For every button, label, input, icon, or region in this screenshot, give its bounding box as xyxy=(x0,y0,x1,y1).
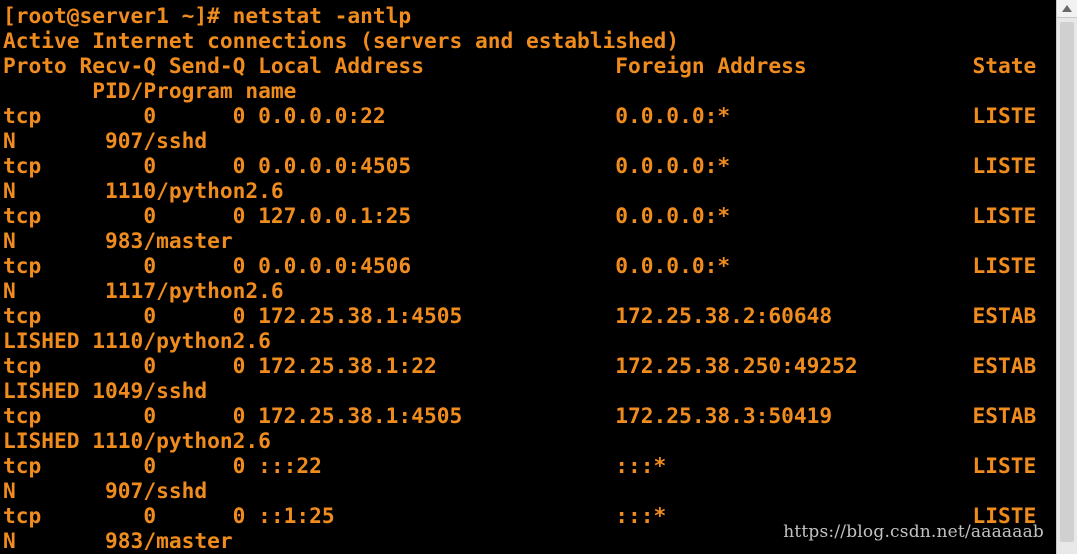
terminal-output: [root@server1 ~]# netstat -antlp Active … xyxy=(3,3,1036,553)
output-line: N 983/master xyxy=(3,528,233,553)
output-line: LISHED 1110/python2.6 xyxy=(3,428,271,453)
output-line: tcp 0 0 0.0.0.0:4505 0.0.0.0:* LISTE xyxy=(3,153,1037,178)
output-line: LISHED 1110/python2.6 xyxy=(3,328,271,353)
output-line: Active Internet connections (servers and… xyxy=(3,28,680,53)
output-line: LISHED 1049/sshd xyxy=(3,378,208,403)
output-line: tcp 0 0 172.25.38.1:22 172.25.38.250:492… xyxy=(3,353,1037,378)
output-line: N 907/sshd xyxy=(3,478,208,503)
prompt: [root@server1 ~]# xyxy=(3,3,233,28)
scroll-up-button[interactable] xyxy=(1057,0,1077,18)
output-header-line: Proto Recv-Q Send-Q Local Address Foreig… xyxy=(3,53,1037,78)
output-line: N 907/sshd xyxy=(3,128,208,153)
terminal-window[interactable]: [root@server1 ~]# netstat -antlp Active … xyxy=(0,0,1056,554)
output-line: tcp 0 0 0.0.0.0:22 0.0.0.0:* LISTE xyxy=(3,103,1037,128)
screenshot: [root@server1 ~]# netstat -antlp Active … xyxy=(0,0,1077,554)
triangle-up-icon xyxy=(1062,5,1072,12)
output-line: tcp 0 0 :::22 :::* LISTE xyxy=(3,453,1037,478)
watermark-text: https://blog.csdn.net/aaaaaab xyxy=(783,522,1044,542)
output-line: tcp 0 0 0.0.0.0:4506 0.0.0.0:* LISTE xyxy=(3,253,1037,278)
scroll-thumb[interactable] xyxy=(1060,22,1074,542)
output-line: tcp 0 0 127.0.0.1:25 0.0.0.0:* LISTE xyxy=(3,203,1037,228)
output-line: N 1117/python2.6 xyxy=(3,278,284,303)
output-line: N 1110/python2.6 xyxy=(3,178,284,203)
output-line: N 983/master xyxy=(3,228,233,253)
output-line: tcp 0 0 172.25.38.1:4505 172.25.38.2:606… xyxy=(3,303,1037,328)
vertical-scrollbar[interactable] xyxy=(1056,0,1077,554)
output-line: tcp 0 0 172.25.38.1:4505 172.25.38.3:504… xyxy=(3,403,1037,428)
command-text: netstat -antlp xyxy=(232,3,412,28)
output-header-line: PID/Program name xyxy=(3,78,297,103)
